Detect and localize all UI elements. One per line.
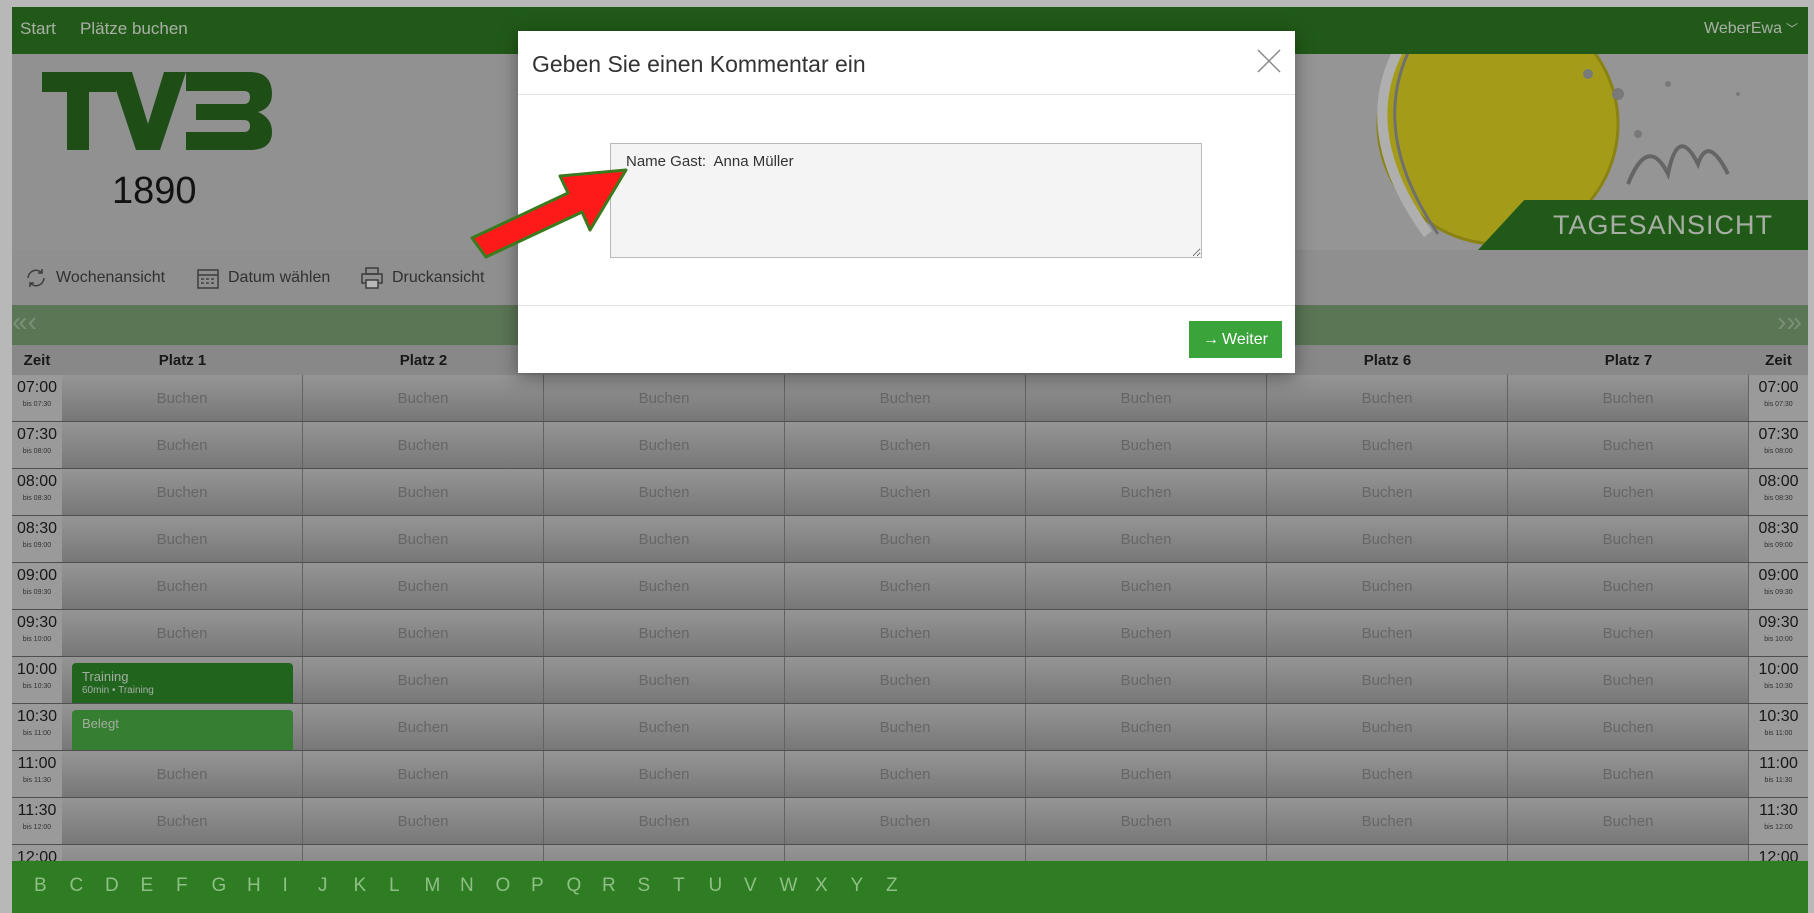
dialog-divider-top <box>518 94 1295 95</box>
letter-index-bar: B CDEF GHI J KL MNOP QRST UV WX YZ <box>12 861 1808 913</box>
dialog-divider-bottom <box>518 305 1295 306</box>
letter-filter-f[interactable]: F <box>176 875 188 897</box>
letter-filter-g[interactable]: G <box>212 875 227 897</box>
letter-filter-p[interactable]: P <box>531 875 544 897</box>
letter-filter-i[interactable]: I <box>283 875 288 897</box>
letter-filter-q[interactable]: Q <box>567 875 582 897</box>
continue-label: Weiter <box>1222 330 1268 348</box>
letter-filter-e[interactable]: E <box>141 875 154 897</box>
comment-textarea[interactable] <box>610 143 1202 258</box>
letter-filter-l[interactable]: L <box>389 875 400 897</box>
letter-filter-j[interactable]: J <box>318 875 328 897</box>
letter-filter-v[interactable]: V <box>744 875 757 897</box>
letter-filter-h[interactable]: H <box>247 875 261 897</box>
arrow-right-icon: → <box>1203 330 1220 348</box>
page: Start Plätze buchen WeberEwa ﹀ 1890 TAGE… <box>0 0 1814 913</box>
letter-filter-o[interactable]: O <box>496 875 511 897</box>
letter-filter-z[interactable]: Z <box>886 875 898 897</box>
letter-filter-d[interactable]: D <box>105 875 119 897</box>
letter-filter-t[interactable]: T <box>673 875 685 897</box>
letter-filter-n[interactable]: N <box>460 875 474 897</box>
letter-filter-r[interactable]: R <box>602 875 616 897</box>
letter-filter-k[interactable]: K <box>354 875 367 897</box>
letter-filter-w[interactable]: W <box>780 875 798 897</box>
annotation-arrow-icon <box>470 168 628 259</box>
letter-filter-m[interactable]: M <box>425 875 441 897</box>
letter-filter-c[interactable]: C <box>70 875 84 897</box>
letter-filter-y[interactable]: Y <box>851 875 864 897</box>
letter-filter-s[interactable]: S <box>638 875 651 897</box>
letter-filter-x[interactable]: X <box>815 875 828 897</box>
dialog-title: Geben Sie einen Kommentar ein <box>532 51 866 77</box>
close-icon[interactable] <box>1255 47 1283 75</box>
letter-filter-u[interactable]: U <box>709 875 723 897</box>
continue-button[interactable]: → Weiter <box>1189 321 1282 358</box>
letter-filter-b[interactable]: B <box>34 875 47 897</box>
